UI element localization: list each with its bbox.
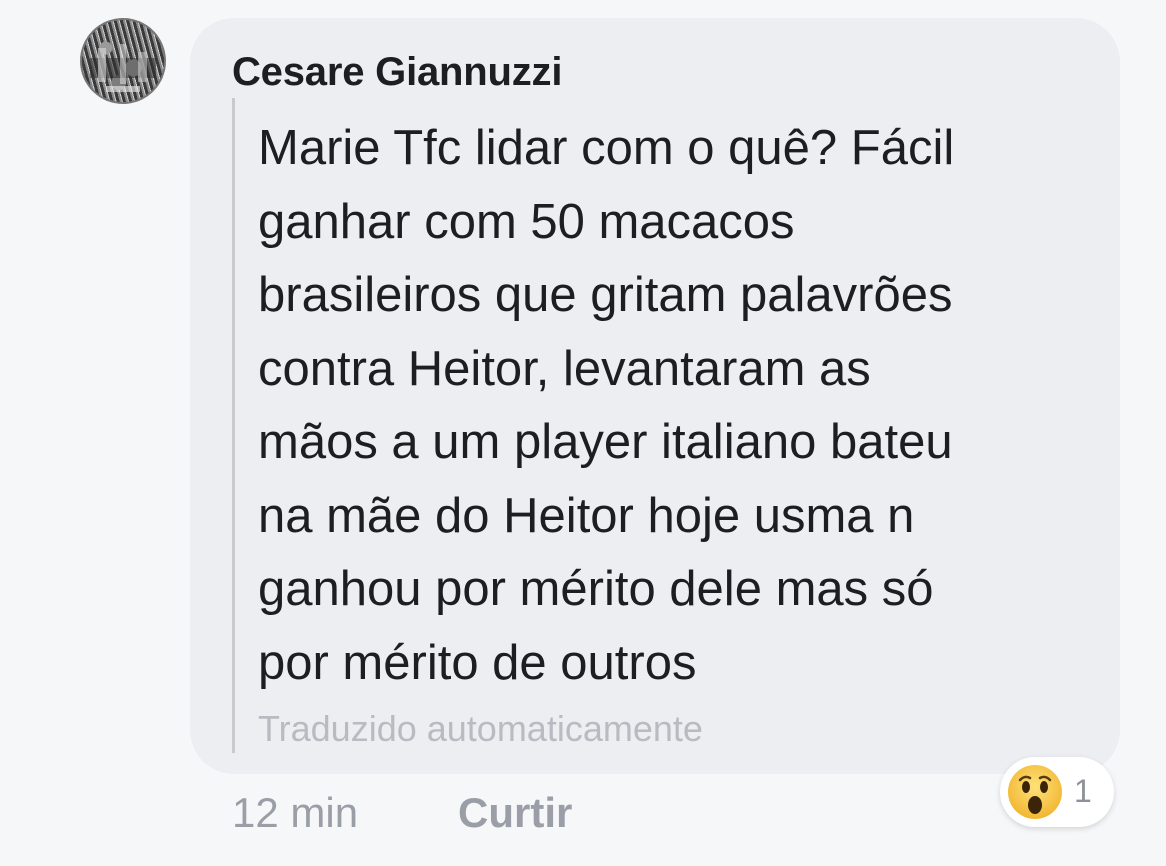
reaction-summary[interactable]: 1	[1000, 757, 1114, 827]
comment-text-line: ganhar com 50 macacos	[258, 194, 795, 249]
comment-timestamp[interactable]: 12 min	[232, 789, 358, 837]
comment-text-line: mãos a um player italiano bateu	[258, 415, 953, 469]
comment-text-line: por mérito de outros	[258, 635, 697, 690]
comment-text-line: brasileiros que gritam palavrões	[258, 268, 953, 322]
comment-text-line: contra Heitor, levantaram as	[258, 341, 871, 396]
author-name[interactable]: Cesare Giannuzzi	[232, 50, 562, 95]
comment-text: Marie Tfc lidar com o quê? Fácil ganhar …	[258, 112, 1108, 700]
reaction-count: 1	[1074, 773, 1092, 809]
wow-emoji-icon	[1008, 765, 1062, 819]
comment: Cesare Giannuzzi Marie Tfc lidar com o q…	[0, 0, 1166, 866]
translation-quote-bar	[232, 98, 235, 753]
avatar[interactable]	[80, 18, 166, 104]
auto-translated-note[interactable]: Traduzido automaticamente	[258, 708, 703, 750]
comment-text-line: Marie Tfc lidar com o quê? Fácil	[258, 121, 955, 175]
avatar-photo-icon	[90, 44, 156, 92]
like-button[interactable]: Curtir	[458, 789, 572, 837]
comment-text-line: na mãe do Heitor hoje usma n	[258, 488, 915, 543]
comment-text-line: ganhou por mérito dele mas só	[258, 562, 934, 616]
